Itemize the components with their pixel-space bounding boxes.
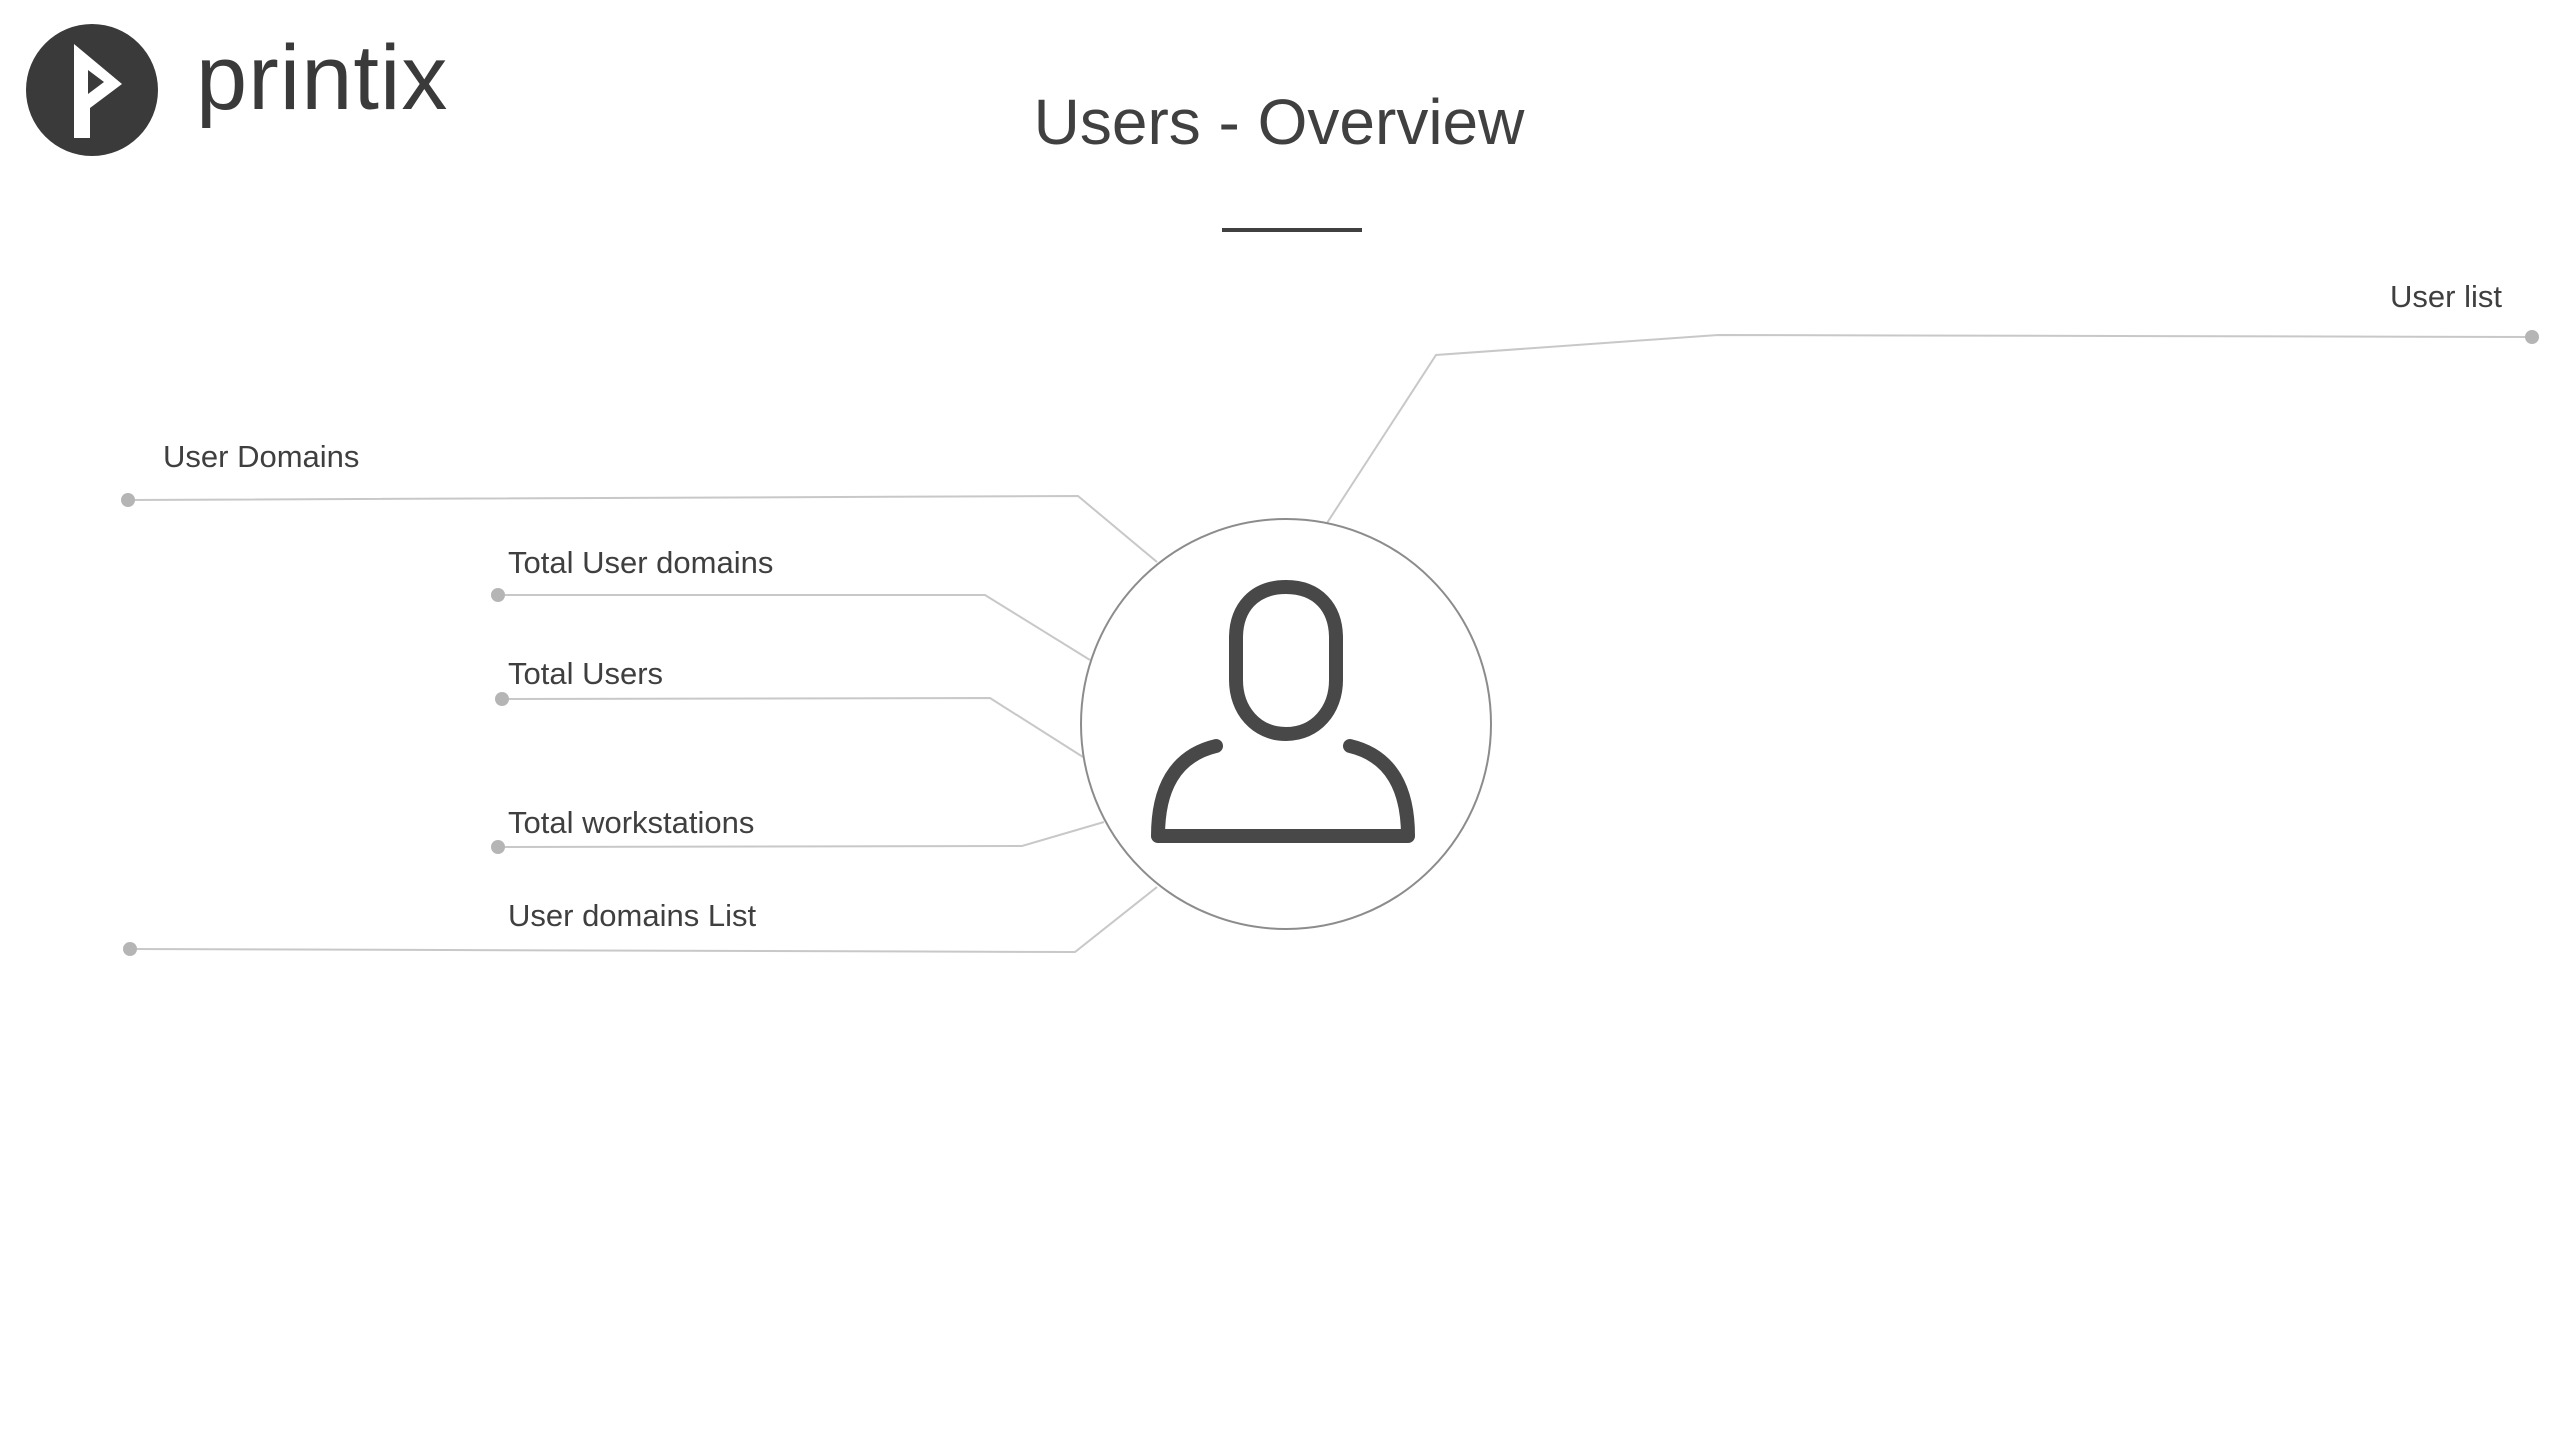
label-total-users[interactable]: Total Users [508,654,663,694]
connector-user-list [1326,333,2533,524]
connector-total-users [501,696,1084,758]
slide-canvas: printix Users - Overview User list User … [0,0,2559,1440]
dot-user-list[interactable] [2525,330,2539,344]
dot-user-domains-list[interactable] [123,942,137,956]
label-user-domains-list[interactable]: User domains List [508,896,756,936]
label-total-user-domains[interactable]: Total User domains [508,543,773,583]
dot-user-domains[interactable] [121,493,135,507]
page-title: Users - Overview [1033,86,1525,158]
dot-total-user-domains[interactable] [491,588,505,602]
title-underline [1222,228,1362,232]
brand-wordmark: printix [196,27,449,129]
user-icon [1151,580,1415,843]
brand-logo: printix [24,22,464,162]
dot-total-users[interactable] [495,692,509,706]
printix-logo-icon [26,24,158,156]
dot-total-workstations[interactable] [491,840,505,854]
label-user-list[interactable]: User list [2390,277,2502,317]
connector-total-user-domains [498,594,1091,661]
label-total-workstations[interactable]: Total workstations [508,803,754,843]
label-user-domains[interactable]: User Domains [163,437,359,477]
